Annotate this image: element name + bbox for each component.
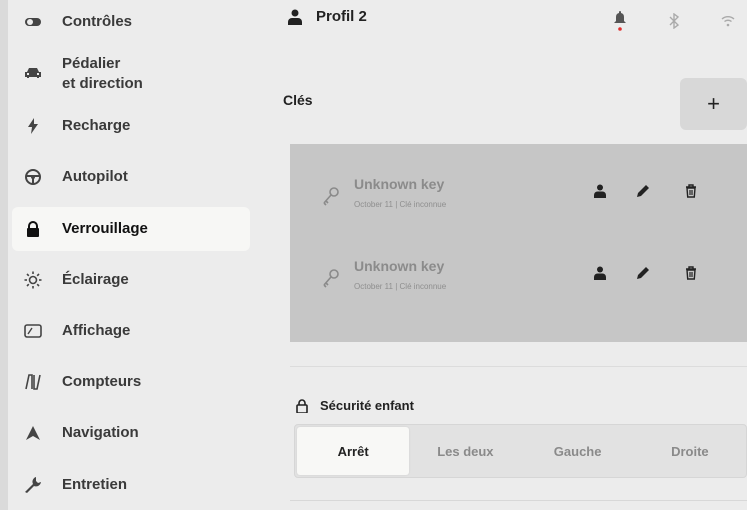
bluetooth-icon[interactable] — [647, 10, 701, 32]
lock-icon — [296, 398, 308, 413]
edit-icon[interactable] — [632, 262, 654, 284]
edit-icon[interactable] — [632, 180, 654, 202]
child-safety-title: Sécurité enfant — [296, 398, 414, 413]
top-bar: Profil 2 — [282, 8, 747, 36]
sidebar-item-eclairage[interactable]: Éclairage — [12, 268, 250, 292]
trash-icon[interactable] — [680, 262, 702, 284]
steering-wheel-icon — [22, 166, 44, 188]
sidebar-item-navigation[interactable]: Navigation — [12, 421, 250, 445]
assign-driver-icon[interactable] — [589, 180, 611, 202]
sidebar-item-label: Éclairage — [62, 271, 129, 288]
sidebar-item-label: Compteurs — [62, 373, 142, 390]
keys-list: Unknown key October 11 | Clé inconnue Un… — [290, 144, 747, 342]
divider — [290, 366, 747, 367]
key-name: Unknown key — [354, 176, 445, 192]
sidebar-item-label-line2: et direction — [62, 75, 143, 92]
sidebar-item-label: Verrouillage — [62, 220, 148, 237]
display-icon — [22, 320, 44, 342]
profile-label: Profil 2 — [316, 8, 367, 25]
sidebar-item-pedalier[interactable]: Pédalier et direction — [12, 54, 250, 96]
child-safety-label: Sécurité enfant — [320, 398, 414, 413]
app-frame: Contrôles Pédalier et direction Recharge… — [8, 0, 747, 510]
car-icon — [22, 62, 44, 84]
sidebar-item-entretien[interactable]: Entretien — [12, 473, 250, 497]
lock-icon — [22, 218, 44, 240]
add-key-button[interactable]: + — [680, 78, 747, 130]
toggle-icon — [22, 11, 44, 33]
sun-icon — [22, 269, 44, 291]
sidebar-item-verrouillage[interactable]: Verrouillage — [12, 207, 250, 251]
key-icon — [322, 186, 340, 211]
user-icon — [288, 9, 302, 25]
child-safety-selector: Arrêt Les deux Gauche Droite — [294, 424, 747, 478]
lightning-icon — [22, 115, 44, 137]
wifi-icon[interactable] — [701, 10, 747, 32]
sidebar-item-label: Pédalier — [62, 55, 121, 72]
sidebar-item-label: Contrôles — [62, 13, 133, 30]
option-arret[interactable]: Arrêt — [297, 427, 410, 475]
sidebar-item-label: Autopilot — [62, 168, 128, 185]
sidebar-item-affichage[interactable]: Affichage — [12, 319, 250, 343]
road-icon — [22, 371, 44, 393]
key-subtitle: October 11 | Clé inconnue — [354, 200, 447, 209]
sidebar-item-recharge[interactable]: Recharge — [12, 114, 250, 138]
assign-driver-icon[interactable] — [589, 262, 611, 284]
navigation-icon — [22, 422, 44, 444]
keys-title: Clés — [283, 92, 313, 108]
sidebar-item-label: Affichage — [62, 322, 131, 339]
sidebar-item-autopilot[interactable]: Autopilot — [12, 165, 250, 189]
sidebar-item-controles[interactable]: Contrôles — [12, 10, 250, 34]
option-les-deux[interactable]: Les deux — [409, 425, 521, 477]
key-name: Unknown key — [354, 258, 445, 274]
option-droite[interactable]: Droite — [634, 425, 746, 477]
list-item[interactable]: Unknown key October 11 | Clé inconnue — [290, 170, 747, 230]
wrench-icon — [22, 474, 44, 496]
key-icon — [322, 268, 340, 293]
key-subtitle: October 11 | Clé inconnue — [354, 282, 447, 291]
sidebar-item-label: Recharge — [62, 117, 131, 134]
sidebar-item-label: Navigation — [62, 424, 139, 441]
sidebar: Contrôles Pédalier et direction Recharge… — [8, 0, 258, 510]
sidebar-item-label: Entretien — [62, 476, 128, 493]
bell-icon[interactable] — [593, 10, 647, 32]
sidebar-item-compteurs[interactable]: Compteurs — [12, 370, 250, 394]
trash-icon[interactable] — [680, 180, 702, 202]
option-gauche[interactable]: Gauche — [522, 425, 634, 477]
profile-button[interactable]: Profil 2 — [288, 8, 367, 25]
list-item[interactable]: Unknown key October 11 | Clé inconnue — [290, 252, 747, 312]
divider — [290, 500, 747, 501]
